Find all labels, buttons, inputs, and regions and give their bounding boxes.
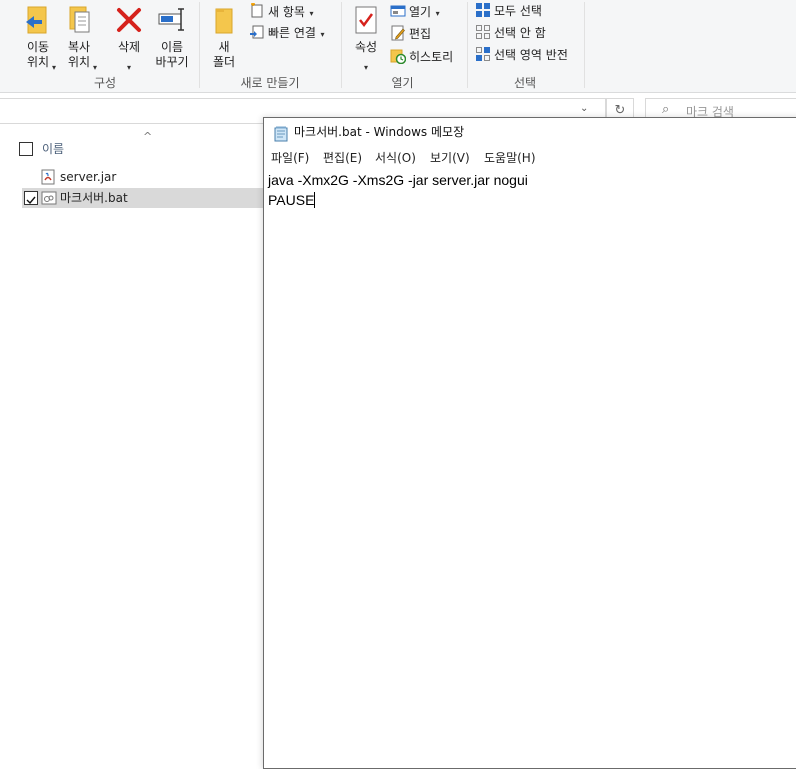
move-to-label: 이동 위치 bbox=[26, 40, 50, 69]
notepad-title-bar[interactable]: 마크서버.bat - Windows 메모장 bbox=[264, 118, 796, 146]
text-line: java -Xmx2G -Xms2G -jar server.jar nogui bbox=[268, 172, 528, 188]
select-none-label: 선택 안 함 bbox=[494, 26, 546, 40]
group-divider bbox=[584, 2, 585, 88]
select-all-button[interactable]: 모두 선택 bbox=[475, 1, 542, 21]
copy-to-icon bbox=[64, 4, 94, 36]
move-to-button[interactable]: 이동 위치 ▾ bbox=[20, 4, 56, 72]
easy-access-label: 빠른 연결 bbox=[268, 26, 316, 40]
new-item-chevron-icon: ▾ bbox=[306, 9, 314, 18]
column-header-name[interactable]: 이름 bbox=[42, 140, 64, 157]
notepad-menu-bar: 파일(F) 편집(E) 서식(O) 보기(V) 도움말(H) bbox=[264, 148, 796, 168]
notepad-text-area[interactable]: java -Xmx2G -Xms2G -jar server.jar nogui… bbox=[268, 170, 528, 210]
group-divider bbox=[341, 2, 342, 88]
easy-access-chevron-icon: ▾ bbox=[317, 30, 325, 39]
address-dropdown-chevron-icon[interactable]: ⌄ bbox=[580, 103, 588, 114]
properties-icon bbox=[351, 4, 381, 36]
group-divider bbox=[467, 2, 468, 88]
delete-icon bbox=[114, 4, 144, 36]
edit-icon bbox=[390, 25, 406, 41]
select-all-checkbox[interactable] bbox=[19, 142, 33, 156]
delete-chevron-icon: ▾ bbox=[127, 63, 132, 72]
copy-to-button[interactable]: 복사 위치 ▾ bbox=[61, 4, 97, 72]
copy-to-chevron-icon: ▾ bbox=[93, 63, 98, 72]
select-all-label: 모두 선택 bbox=[494, 4, 542, 18]
new-folder-button[interactable]: 새 폴더 bbox=[207, 4, 241, 70]
properties-chevron-icon: ▾ bbox=[364, 63, 369, 72]
open-icon bbox=[390, 3, 406, 19]
menu-view[interactable]: 보기(V) bbox=[430, 148, 470, 168]
rename-button[interactable]: 이름 바꾸기 bbox=[152, 4, 192, 70]
delete-button[interactable]: 삭제 ▾ bbox=[112, 4, 146, 72]
history-label: 히스토리 bbox=[409, 50, 454, 64]
move-to-chevron-icon: ▾ bbox=[52, 63, 57, 72]
select-none-button[interactable]: 선택 안 함 bbox=[475, 23, 546, 43]
open-chevron-icon: ▾ bbox=[433, 9, 440, 18]
open-label: 열기 bbox=[409, 5, 432, 19]
search-icon: ⌕ bbox=[662, 102, 670, 117]
new-group-label: 새로 만들기 bbox=[240, 76, 300, 90]
text-line: PAUSE bbox=[268, 192, 315, 208]
open-group-label: 열기 bbox=[391, 76, 414, 90]
history-icon bbox=[390, 48, 407, 65]
file-row-bat[interactable]: 마크서버.bat bbox=[22, 188, 272, 208]
organize-group-label: 구성 bbox=[93, 76, 117, 90]
file-checkbox-checked[interactable] bbox=[24, 191, 38, 205]
select-all-icon bbox=[475, 2, 491, 18]
text-line-with-cursor: PAUSE bbox=[268, 190, 528, 210]
menu-file[interactable]: 파일(F) bbox=[271, 148, 309, 168]
ribbon: 이동 위치 ▾ 복사 위치 ▾ 삭제 ▾ 이름 바꾸기 구성 새 폴더 새 항목… bbox=[0, 0, 796, 93]
new-folder-icon bbox=[209, 4, 239, 36]
properties-button[interactable]: 속성 ▾ bbox=[349, 4, 383, 72]
new-item-label: 새 항목 bbox=[268, 5, 305, 19]
select-none-icon bbox=[475, 24, 491, 40]
properties-label: 속성 bbox=[354, 40, 378, 54]
sort-up-chevron-icon: ^ bbox=[143, 130, 153, 143]
edit-button[interactable]: 편집 bbox=[390, 24, 431, 44]
move-to-icon bbox=[23, 4, 53, 36]
file-name: 마크서버.bat bbox=[60, 191, 128, 205]
text-cursor bbox=[314, 192, 316, 208]
file-row-server-jar[interactable]: server.jar bbox=[22, 167, 272, 187]
easy-access-icon bbox=[249, 24, 265, 40]
edit-label: 편집 bbox=[409, 27, 432, 41]
notepad-title: 마크서버.bat - Windows 메모장 bbox=[294, 125, 465, 139]
rename-icon bbox=[157, 4, 187, 36]
group-divider bbox=[199, 2, 200, 88]
delete-label: 삭제 bbox=[117, 40, 141, 54]
bat-file-icon bbox=[41, 190, 57, 212]
open-button[interactable]: 열기 ▾ bbox=[390, 2, 440, 22]
history-button[interactable]: 히스토리 bbox=[390, 47, 453, 67]
invert-selection-icon bbox=[475, 46, 491, 62]
easy-access-button[interactable]: 빠른 연결 ▾ bbox=[249, 23, 325, 43]
new-item-icon bbox=[249, 2, 265, 19]
new-item-button[interactable]: 새 항목 ▾ bbox=[249, 2, 314, 22]
invert-selection-button[interactable]: 선택 영역 반전 bbox=[475, 45, 568, 65]
invert-selection-label: 선택 영역 반전 bbox=[494, 48, 568, 62]
checkmark-icon bbox=[26, 196, 36, 205]
refresh-icon: ↻ bbox=[614, 103, 626, 118]
select-group-label: 선택 bbox=[513, 76, 537, 90]
menu-format[interactable]: 서식(O) bbox=[375, 148, 416, 168]
notepad-window[interactable]: 마크서버.bat - Windows 메모장 파일(F) 편집(E) 서식(O)… bbox=[263, 117, 796, 769]
file-name: server.jar bbox=[60, 170, 117, 184]
menu-help[interactable]: 도움말(H) bbox=[484, 148, 536, 168]
menu-edit[interactable]: 편집(E) bbox=[323, 148, 362, 168]
new-folder-label: 새 폴더 bbox=[212, 40, 236, 69]
rename-label: 이름 바꾸기 bbox=[155, 40, 189, 69]
copy-to-label: 복사 위치 bbox=[67, 40, 91, 69]
